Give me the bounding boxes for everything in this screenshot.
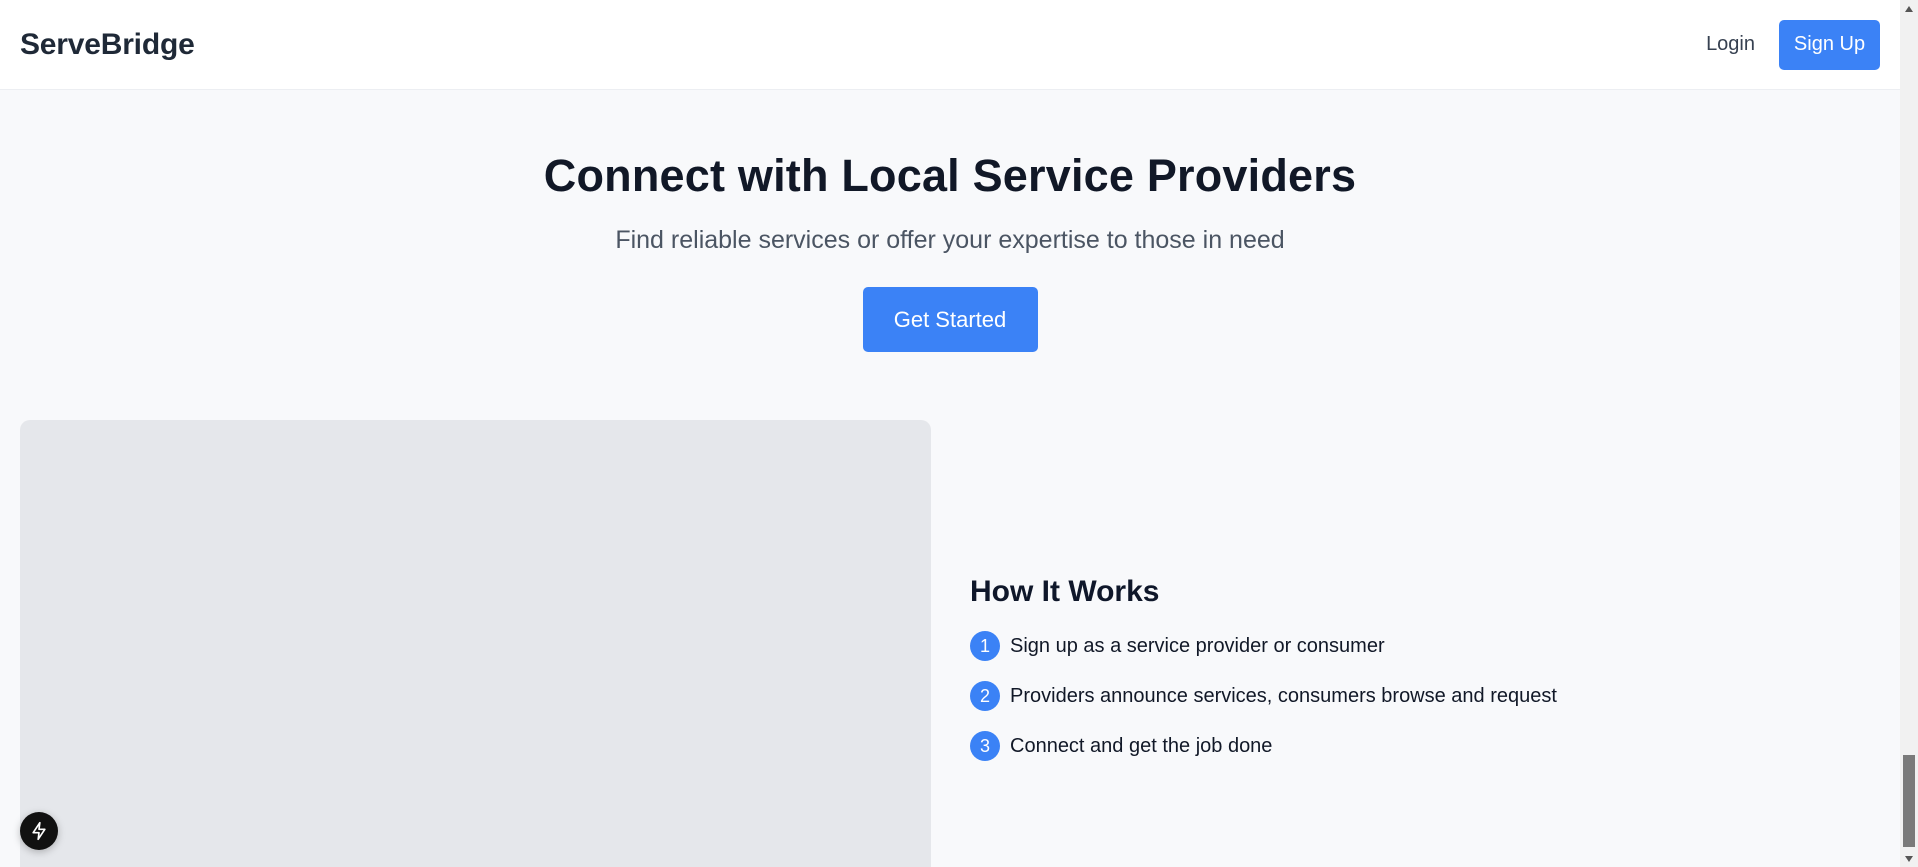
step-number-badge: 2 bbox=[970, 681, 1000, 711]
login-link[interactable]: Login bbox=[1706, 33, 1755, 56]
hero-title: Connect with Local Service Providers bbox=[543, 150, 1357, 201]
page: ServeBridge Login Sign Up Connect with L… bbox=[0, 0, 1918, 867]
steps-list: 1 Sign up as a service provider or consu… bbox=[970, 631, 1557, 761]
step-text: Sign up as a service provider or consume… bbox=[1010, 634, 1385, 657]
hero-subtitle: Find reliable services or offer your exp… bbox=[615, 226, 1285, 254]
lightning-bolt-icon[interactable] bbox=[20, 812, 58, 850]
step-number-badge: 1 bbox=[970, 631, 1000, 661]
sign-up-button[interactable]: Sign Up bbox=[1779, 19, 1880, 70]
brand-logo[interactable]: ServeBridge bbox=[20, 28, 195, 62]
hero-section: Connect with Local Service Providers Fin… bbox=[0, 90, 1900, 352]
step-item: 2 Providers announce services, consumers… bbox=[970, 681, 1557, 711]
how-it-works-section: How It Works 1 Sign up as a service prov… bbox=[970, 575, 1557, 781]
step-number-badge: 3 bbox=[970, 731, 1000, 761]
top-nav-bar: ServeBridge Login Sign Up bbox=[0, 0, 1900, 90]
step-item: 1 Sign up as a service provider or consu… bbox=[970, 631, 1557, 661]
triangle-up-icon[interactable] bbox=[1900, 0, 1918, 17]
get-started-button[interactable]: Get Started bbox=[862, 287, 1038, 352]
how-it-works-title: How It Works bbox=[970, 575, 1160, 608]
step-text: Connect and get the job done bbox=[1010, 734, 1273, 757]
header-nav: Login Sign Up bbox=[1706, 19, 1880, 70]
step-text: Providers announce services, consumers b… bbox=[1010, 684, 1557, 707]
triangle-down-icon[interactable] bbox=[1900, 850, 1918, 867]
step-item: 3 Connect and get the job done bbox=[970, 731, 1557, 761]
hero-image-placeholder bbox=[20, 420, 931, 867]
scrollbar-thumb[interactable] bbox=[1903, 755, 1915, 847]
vertical-scrollbar[interactable] bbox=[1900, 0, 1918, 867]
